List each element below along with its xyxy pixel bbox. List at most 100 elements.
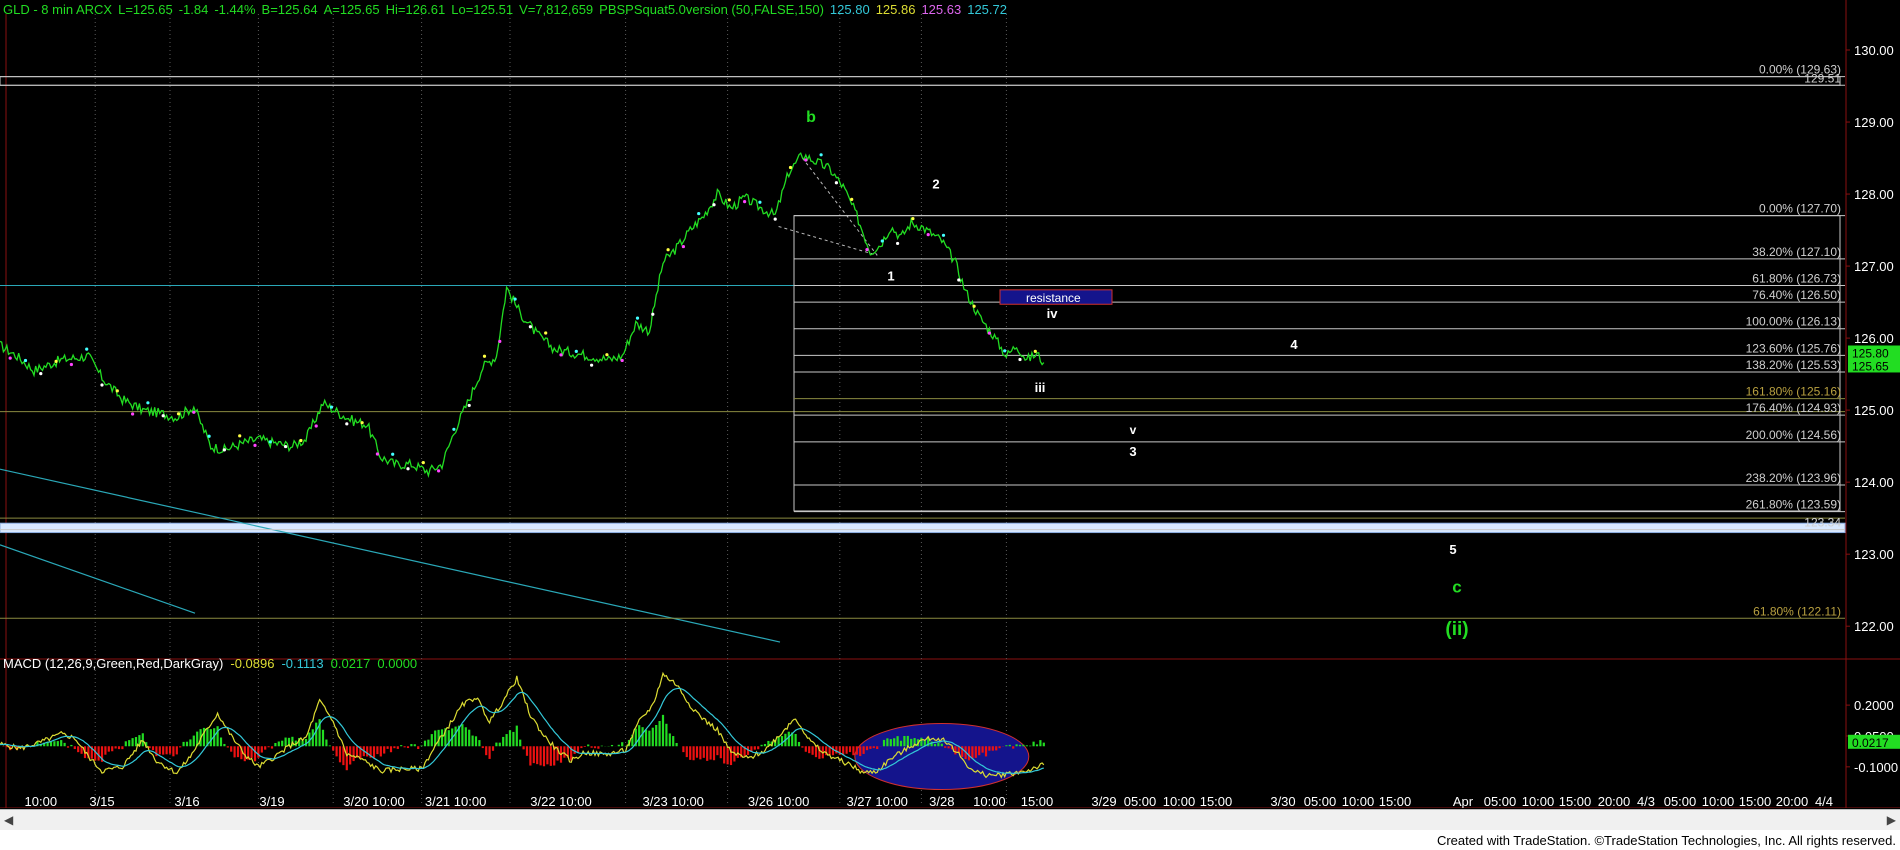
fib-level-label: 76.40% (126.50): [1752, 288, 1841, 302]
header-field: Lo=125.51: [451, 2, 513, 17]
indicator-dot: [620, 358, 624, 363]
macd-header-field: -0.0896: [230, 656, 274, 671]
indicator-dot: [666, 248, 670, 252]
indicator-dot: [1033, 349, 1037, 353]
indicator-dot: [819, 153, 823, 157]
indicator-dot: [253, 443, 257, 447]
header-field: PBSPSquat5.0version (50,FALSE,150): [599, 2, 824, 17]
macd-header-field: 0.0217: [331, 656, 371, 671]
indicator-dot: [421, 460, 425, 465]
indicator-dot: [987, 331, 992, 335]
indicator-dot: [697, 211, 701, 216]
header-field: A=125.65: [324, 2, 380, 17]
indicator-dot: [865, 247, 869, 252]
indicator-dot: [23, 358, 28, 363]
indicator-dot: [329, 405, 334, 409]
macd-header-field: 0.0000: [377, 656, 417, 671]
header-field: L=125.65: [118, 2, 173, 17]
last-price-badge-label: 125.80: [1852, 347, 1889, 361]
time-axis-label: 15:00: [1739, 794, 1772, 808]
indicator-dot: [299, 438, 303, 443]
fib-level-label: 38.20% (127.10): [1752, 245, 1841, 259]
indicator-dot: [574, 349, 578, 353]
indicator-dot: [176, 412, 181, 416]
time-axis-label: 20:00: [1776, 794, 1809, 808]
indicator-dot: [452, 427, 456, 431]
header-field: -1.44%: [214, 2, 256, 17]
time-axis-label: 3/19: [259, 794, 284, 808]
indicator-dot: [207, 434, 211, 438]
time-axis-label: 10:00: [25, 794, 58, 808]
indicator-dot: [482, 354, 487, 358]
wave-label: iv: [1047, 306, 1059, 321]
indicator-dot: [391, 452, 395, 456]
price-axis-label: 128.00: [1854, 187, 1894, 202]
scroll-left-arrow-icon[interactable]: ◀: [4, 812, 13, 828]
header-field: -1.84: [179, 2, 209, 17]
fib-level-label: 123.34: [1804, 516, 1841, 530]
indicator-dot: [880, 239, 884, 243]
indicator-dot: [941, 233, 946, 237]
indicator-dot: [375, 452, 379, 456]
time-axis-label: 3/27 10:00: [846, 794, 907, 808]
price-axis-label: 122.00: [1854, 619, 1894, 634]
time-axis-label: 05:00: [1124, 794, 1157, 808]
macd-axis-label: 0.2000: [1854, 698, 1894, 713]
fib-level-label: 238.20% (123.96): [1746, 471, 1841, 485]
time-axis-label: 15:00: [1559, 794, 1592, 808]
header-field: B=125.64: [262, 2, 318, 17]
price-axis-label: 129.00: [1854, 115, 1894, 130]
tradestation-chart-window: GLD - 8 min ARCX L=125.65 -1.84 -1.44% B=125…: [0, 0, 1900, 850]
time-axis-label: 15:00: [1021, 794, 1054, 808]
scroll-right-arrow-icon[interactable]: ▶: [1887, 812, 1896, 828]
time-axis-label: 20:00: [1598, 794, 1631, 808]
indicator-dot: [651, 312, 655, 316]
fib-level-label: 261.80% (123.59): [1746, 498, 1841, 512]
price-axis-label: 124.00: [1854, 475, 1894, 490]
indicator-dot: [1003, 349, 1007, 353]
indicator-dot: [559, 353, 563, 357]
fib-level-label: 138.20% (125.53): [1746, 358, 1841, 372]
time-axis-label: 3/29: [1091, 794, 1116, 808]
chart-background: [0, 0, 1900, 808]
indicator-dot: [69, 362, 73, 367]
indicator-dot: [788, 165, 793, 170]
support-band: [0, 522, 1846, 534]
fib-level-label: 123.60% (125.76): [1746, 341, 1841, 355]
price-axis-label: 123.00: [1854, 547, 1894, 562]
indicator-dot: [345, 422, 349, 426]
indicator-dot: [284, 444, 288, 449]
macd-value-badge-label: 0.0217: [1852, 736, 1889, 750]
macd-highlight-ellipse: [854, 723, 1030, 791]
horizontal-scrollbar[interactable]: ◀ ▶: [0, 809, 1900, 830]
indicator-dot: [406, 467, 410, 471]
indicator-dot: [437, 469, 441, 473]
wave-label: (ii): [1445, 619, 1468, 640]
copyright-text: Created with TradeStation. ©TradeStation…: [1436, 833, 1896, 848]
fib-level-label: 61.80% (122.11): [1753, 604, 1841, 618]
wave-label: v: [1130, 423, 1137, 437]
indicator-dot: [54, 359, 58, 363]
wave-label: iii: [1035, 380, 1046, 395]
indicator-dot: [590, 363, 594, 367]
macd-header-field: MACD (12,26,9,Green,Red,DarkGray): [3, 656, 223, 671]
time-axis-label: 3/23 10:00: [642, 794, 703, 808]
price-axis-label: 125.00: [1854, 403, 1894, 418]
indicator-dot: [834, 181, 839, 185]
chart-canvas[interactable]: GLD - 8 min ARCX L=125.65 -1.84 -1.44% B=125…: [0, 0, 1900, 808]
indicator-dot: [8, 356, 12, 360]
time-axis-label: 10:00: [1522, 794, 1555, 808]
macd-axis-label: -0.1000: [1854, 760, 1898, 775]
indicator-dot: [804, 158, 808, 162]
time-axis-label: 3/20 10:00: [343, 794, 404, 808]
time-axis-label: 10:00: [1163, 794, 1196, 808]
time-axis-label: 10:00: [973, 794, 1006, 808]
indicator-dot: [758, 200, 762, 204]
header-field: 125.72: [967, 2, 1007, 17]
indicator-dot: [146, 401, 150, 405]
indicator-dot: [712, 203, 716, 207]
time-axis-label: 3/26 10:00: [748, 794, 809, 808]
indicator-dot: [926, 233, 930, 237]
time-axis-label: 15:00: [1200, 794, 1233, 808]
fib-level-label: 61.80% (126.73): [1752, 272, 1841, 286]
